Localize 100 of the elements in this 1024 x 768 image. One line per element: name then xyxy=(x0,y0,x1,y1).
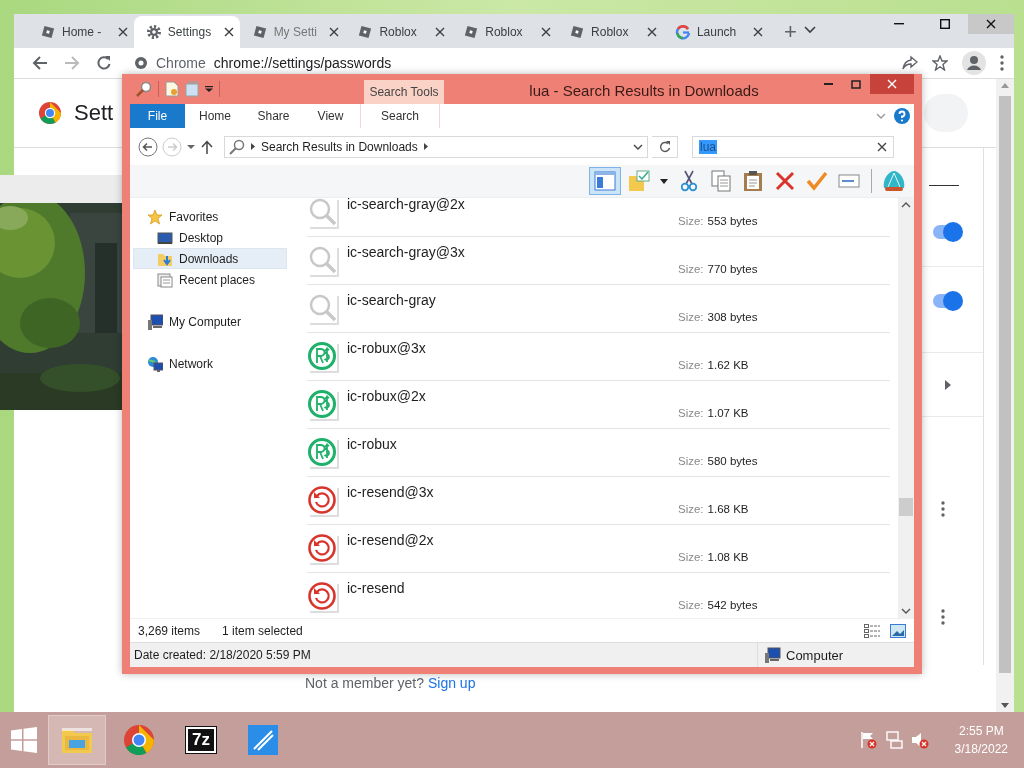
scroll-down-icon[interactable] xyxy=(901,608,911,614)
tab-close-icon[interactable] xyxy=(646,27,657,37)
address-bar[interactable]: Search Results in Downloads xyxy=(224,135,648,158)
back-icon[interactable] xyxy=(138,136,158,157)
browser-tab[interactable]: Roblox xyxy=(557,16,663,48)
new-tab-button[interactable]: + xyxy=(776,16,804,48)
breadcrumb-arrow-icon xyxy=(251,143,255,150)
browser-tab[interactable]: My Setti xyxy=(239,16,346,48)
nav-item[interactable]: Network xyxy=(133,353,287,374)
clipboard-icon xyxy=(743,170,763,192)
file-name[interactable]: ic-resend xyxy=(347,573,758,596)
share-icon[interactable] xyxy=(902,55,918,71)
star-icon[interactable] xyxy=(932,55,948,71)
chrome-site-icon xyxy=(134,56,148,70)
file-name[interactable]: ic-resend@2x xyxy=(347,525,749,548)
context-tab-header: Search Tools xyxy=(364,80,444,104)
tab-close-icon[interactable] xyxy=(541,27,552,37)
minimize-icon xyxy=(894,23,904,25)
maximize-icon xyxy=(851,79,861,89)
network-icon xyxy=(147,355,163,372)
url-text[interactable]: chrome://settings/passwords xyxy=(213,55,392,71)
volume-muted-icon[interactable] xyxy=(910,731,929,749)
more-options-icon[interactable] xyxy=(941,501,945,517)
scroll-up-icon[interactable] xyxy=(901,202,911,208)
signup-link[interactable]: Sign up xyxy=(427,675,476,691)
file-name[interactable]: ic-search-gray xyxy=(347,285,758,308)
action-center-icon[interactable] xyxy=(858,731,877,749)
browser-tab[interactable]: Roblox xyxy=(451,16,558,48)
nav-item[interactable]: Downloads xyxy=(133,248,287,269)
customize-caret-icon[interactable] xyxy=(205,86,213,92)
browser-tab[interactable]: Roblox xyxy=(345,16,452,48)
scrollbar[interactable] xyxy=(996,79,1014,712)
recent-locations-caret-icon[interactable] xyxy=(186,143,196,150)
chevron-right-icon[interactable] xyxy=(945,379,951,390)
browser-tab[interactable]: Launch xyxy=(662,16,769,48)
file-size: 553 bytes xyxy=(707,215,758,227)
search-icon[interactable] xyxy=(136,81,152,97)
file-name[interactable]: ic-search-gray@2x xyxy=(347,198,758,212)
address-path: Search Results in Downloads xyxy=(261,139,418,154)
taskbar-app-button[interactable]: 7z xyxy=(172,715,230,765)
close-icon[interactable] xyxy=(986,19,996,29)
checkmark-icon xyxy=(806,171,828,191)
chrome-logo-icon xyxy=(123,724,155,756)
tab-close-icon[interactable] xyxy=(223,27,234,37)
reload-icon[interactable] xyxy=(96,55,112,71)
file-name[interactable]: ic-robux@3x xyxy=(347,333,749,356)
copy-icon xyxy=(711,170,731,192)
file-name[interactable]: ic-robux@2x xyxy=(347,381,749,404)
size-label: Size: xyxy=(678,311,704,323)
roblox-app-icon xyxy=(248,725,278,755)
robux-icon xyxy=(307,437,339,469)
circular-arrow-icon xyxy=(307,533,339,565)
help-icon[interactable] xyxy=(894,108,910,124)
more-options-icon[interactable] xyxy=(941,609,945,625)
nav-item[interactable]: My Computer xyxy=(133,311,287,332)
profile-avatar-icon[interactable] xyxy=(962,51,986,75)
details-view-icon[interactable] xyxy=(864,623,880,638)
file-name[interactable]: ic-robux xyxy=(347,429,758,452)
refresh-button[interactable] xyxy=(652,135,678,158)
ribbon-tab[interactable]: Home xyxy=(185,104,245,128)
tab-close-icon[interactable] xyxy=(117,27,128,37)
nav-item[interactable]: Desktop xyxy=(133,227,287,248)
circular-arrow-icon xyxy=(307,581,339,613)
scroll-thumb[interactable] xyxy=(899,498,913,516)
expand-ribbon-icon[interactable] xyxy=(876,113,886,119)
properties-icon[interactable] xyxy=(165,81,179,97)
ribbon-tab[interactable]: Share xyxy=(245,104,302,128)
dropdown-caret-icon xyxy=(660,178,668,184)
back-arrow-icon[interactable] xyxy=(32,55,48,71)
location-label: Computer xyxy=(786,647,844,663)
up-arrow-icon[interactable] xyxy=(200,139,214,154)
file-menu-button[interactable]: File xyxy=(130,104,185,128)
menu-icon[interactable] xyxy=(1000,55,1004,71)
browser-tab[interactable]: Home - xyxy=(28,16,134,48)
seven-zip-logo: 7z xyxy=(186,727,216,753)
settings-icon xyxy=(145,24,162,40)
file-name[interactable]: ic-resend@3x xyxy=(347,477,749,500)
browser-tab[interactable]: Settings xyxy=(133,16,240,48)
large-icons-view-icon[interactable] xyxy=(890,623,906,638)
chevron-down-icon[interactable] xyxy=(804,26,816,34)
nav-item[interactable]: Favorites xyxy=(133,206,287,227)
dropdown-icon[interactable] xyxy=(633,143,643,150)
scroll-down-icon[interactable] xyxy=(1001,703,1009,708)
clear-search-icon[interactable] xyxy=(877,141,887,152)
nav-item[interactable]: Recent places xyxy=(133,269,287,290)
scrollbar[interactable] xyxy=(898,198,914,618)
start-button-icon[interactable] xyxy=(11,727,37,753)
tab-close-icon[interactable] xyxy=(752,27,763,37)
preview-pane-icon xyxy=(594,171,616,191)
site-label: Chrome xyxy=(156,55,206,71)
size-label: Size: xyxy=(678,263,704,275)
file-size: 580 bytes xyxy=(707,455,758,467)
file-name[interactable]: ic-search-gray@3x xyxy=(347,237,758,260)
tab-close-icon[interactable] xyxy=(435,27,446,37)
ribbon-tab[interactable]: View xyxy=(302,104,359,128)
tab-close-icon[interactable] xyxy=(329,27,340,37)
delete-icon xyxy=(775,171,795,191)
search-field[interactable] xyxy=(924,94,968,132)
file-size: 542 bytes xyxy=(707,599,758,611)
minimize-icon xyxy=(823,83,833,85)
